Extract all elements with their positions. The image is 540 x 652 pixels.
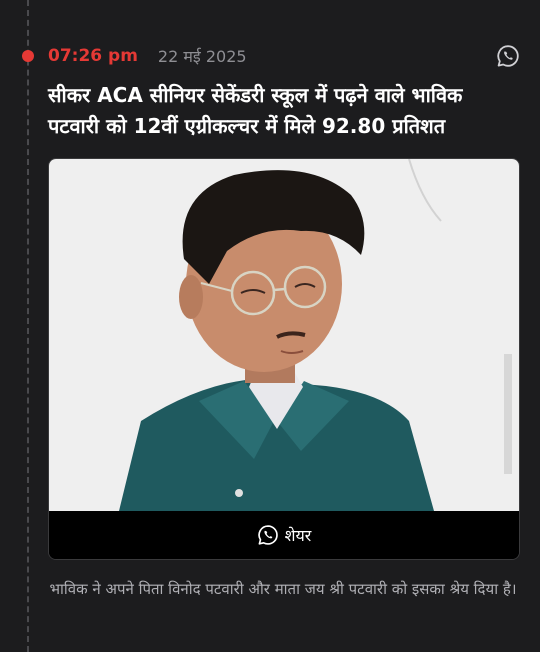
timeline-dot	[22, 50, 34, 62]
post-time: 07:26 pm	[48, 46, 138, 66]
photo-caption: भाविक ने अपने पिता विनोद पटवारी और माता …	[49, 580, 517, 598]
post-date: 22 मई 2025	[157, 47, 247, 66]
share-button[interactable]: शेयर	[49, 511, 519, 559]
timeline-line	[27, 0, 29, 652]
news-photo	[49, 159, 519, 511]
share-label: शेयर	[284, 526, 312, 545]
post-meta: 07:26 pm 22 मई 2025	[48, 42, 520, 70]
news-card: शेयर	[48, 158, 520, 560]
whatsapp-icon	[257, 525, 278, 545]
whatsapp-icon[interactable]	[496, 44, 520, 68]
post-headline[interactable]: सीकर ACA सीनियर सेकेंडरी स्कूल में पढ़ने…	[48, 80, 518, 142]
